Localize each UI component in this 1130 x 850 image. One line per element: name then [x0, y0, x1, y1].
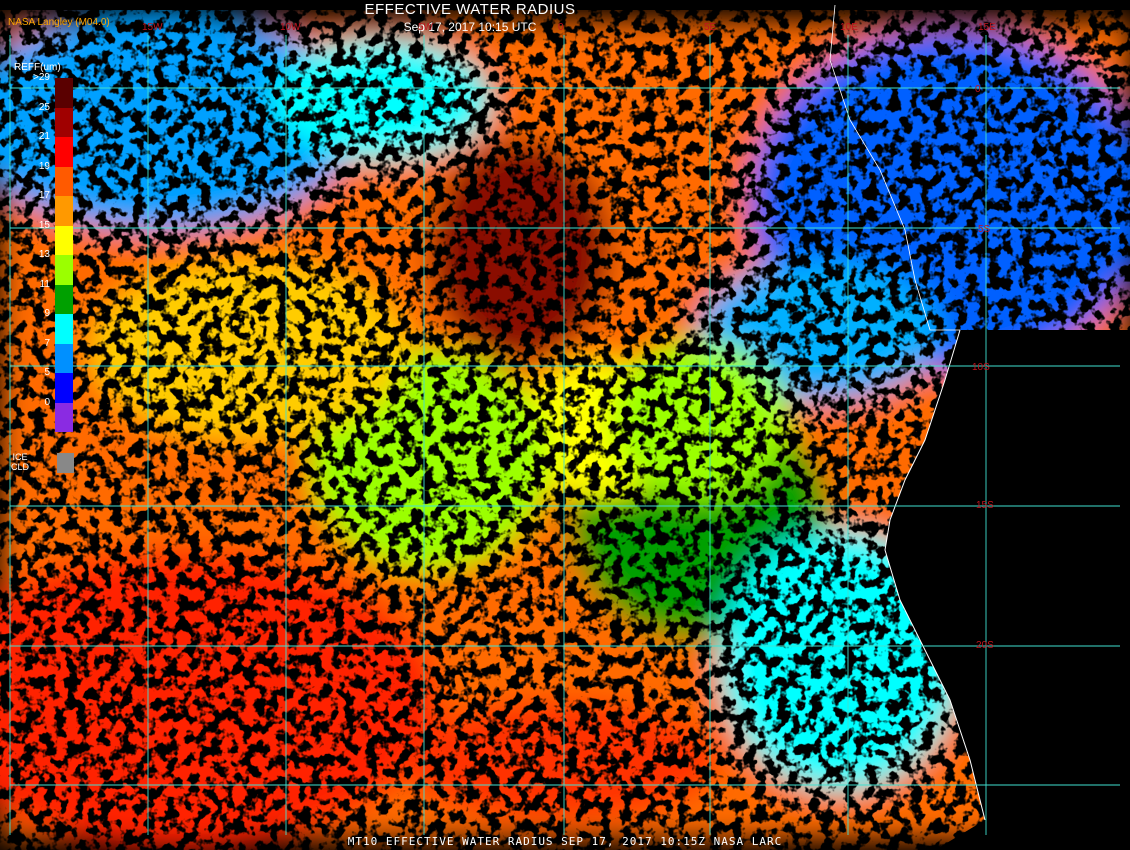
- legend-value: 25: [38, 101, 50, 113]
- legend-value: 0: [44, 396, 50, 408]
- lon-label-5e: 5E: [704, 22, 717, 33]
- lon-label-5w: 5W: [418, 22, 433, 33]
- producer-label: NASA Langley (M04.0): [8, 17, 110, 28]
- legend-value: 17: [38, 190, 50, 201]
- legend-value: 15: [38, 219, 50, 231]
- lon-label-0: 0: [558, 22, 564, 33]
- legend-value: 9: [44, 308, 50, 319]
- legend-swatch: [55, 402, 73, 432]
- footer-caption: MT10 EFFECTIVE WATER RADIUS SEP 17, 2017…: [347, 835, 783, 848]
- legend-value: 11: [39, 278, 50, 290]
- legend-value: 13: [38, 249, 50, 260]
- lat-label-0: 0: [975, 84, 981, 95]
- legend-swatch: [55, 166, 73, 196]
- ice-cloud-swatch: [57, 453, 74, 473]
- lat-label-20s: 20S: [976, 640, 994, 651]
- legend-swatch: [55, 373, 73, 403]
- legend-swatch: [55, 78, 73, 108]
- cloud-effective-radius-map: [0, 0, 1130, 850]
- lat-label-10s: 10S: [972, 362, 990, 373]
- legend-swatch: [55, 225, 73, 255]
- legend-value: 5: [44, 367, 50, 378]
- legend-swatch: [55, 137, 73, 167]
- lon-label-10w: 10W: [280, 22, 301, 33]
- color-legend: REFF(um) >29 25 21 19 17 15 13 11 9 7 5 0: [8, 62, 78, 482]
- legend-swatch: [55, 255, 73, 285]
- legend-value: 21: [38, 131, 50, 142]
- legend-value: 19: [38, 160, 50, 172]
- lon-label-15w: 15W: [142, 22, 163, 33]
- legend-swatch: [55, 343, 73, 373]
- legend-value: >29: [33, 72, 50, 83]
- map-title: EFFECTIVE WATER RADIUS: [364, 1, 576, 18]
- lon-label-15e: 15E: [978, 22, 996, 33]
- legend-swatch: [55, 284, 73, 314]
- legend-value: 7: [44, 337, 50, 349]
- legend-swatch: [55, 314, 73, 344]
- legend-swatch: [55, 196, 73, 226]
- lat-label-5s: 5S: [978, 224, 991, 235]
- lon-label-10e: 10E: [840, 22, 858, 33]
- map-timestamp: Sep 17, 2017 10:15 UTC: [403, 20, 537, 34]
- ice-cloud-label: ICE CLD: [10, 452, 29, 472]
- lat-label-15s: 15S: [976, 500, 994, 511]
- legend-swatch: [55, 107, 73, 137]
